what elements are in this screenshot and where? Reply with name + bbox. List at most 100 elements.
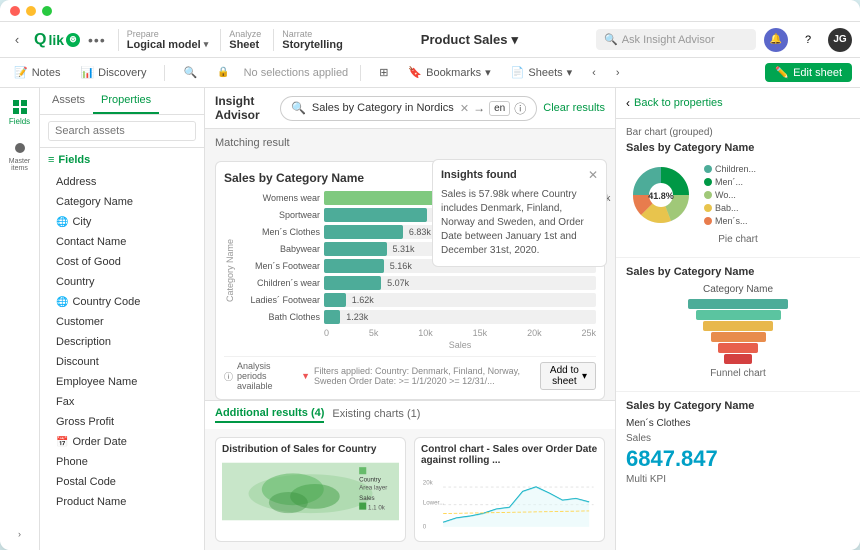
mini-chart-title: Distribution of Sales for Country — [222, 444, 399, 455]
back-to-properties-link[interactable]: Back to properties — [634, 97, 723, 109]
mini-line-container: 20k Lower... 0 — [421, 470, 598, 535]
grid-button[interactable]: ⊞ — [373, 64, 394, 81]
bar-fill: 5.16k — [324, 259, 384, 273]
svg-text:1.1 0k: 1.1 0k — [368, 505, 386, 512]
pie-legend: Children... Men´... Wo... Bab... — [704, 164, 756, 226]
kpi-sublabel: Men´s Clothes — [626, 418, 850, 429]
insights-close-button[interactable]: ✕ — [588, 168, 598, 182]
prev-button[interactable]: ‹ — [586, 65, 602, 81]
notifications-button[interactable]: 🔔 — [764, 28, 788, 52]
nav-more-button[interactable]: ••• — [88, 32, 106, 48]
notes-button[interactable]: 📝 Notes — [8, 64, 66, 81]
field-item[interactable]: Employee Name — [40, 372, 204, 392]
insight-search-input[interactable] — [312, 102, 454, 114]
back-chevron-icon: ‹ — [626, 96, 630, 110]
bar-row: Bath Clothes 1.23k — [240, 310, 596, 324]
sidebar-icon-fields[interactable]: Fields — [4, 96, 36, 128]
bookmarks-button[interactable]: 🔖 Bookmarks ▾ — [402, 64, 496, 81]
minimize-button[interactable] — [26, 6, 36, 16]
product-sales-button[interactable]: Product Sales ▾ — [421, 32, 518, 48]
right-chart-2-title: Sales by Category Name — [626, 266, 850, 278]
language-selector[interactable]: en — [489, 101, 510, 116]
right-section-funnel[interactable]: Sales by Category Name Category Name Fun… — [616, 258, 860, 392]
right-chart-1-title: Sales by Category Name — [626, 142, 850, 154]
chart-footer-info: ⓘ Analysis periods available ▼ Filters a… — [224, 361, 540, 391]
field-item[interactable]: Description — [40, 332, 204, 352]
field-item[interactable]: Category Name — [40, 192, 204, 212]
x-axis-label: Sales — [240, 340, 596, 350]
field-item[interactable]: Country — [40, 272, 204, 292]
clear-results-button[interactable]: Clear results — [543, 102, 605, 114]
tab-assets[interactable]: Assets — [44, 88, 93, 114]
bar-value: 5.16k — [390, 261, 412, 271]
prepare-section[interactable]: Prepare Logical model ▾ — [118, 29, 209, 51]
user-avatar[interactable]: JG — [828, 28, 852, 52]
search-submit-button[interactable]: → — [473, 101, 485, 115]
prepare-value: Logical model ▾ — [127, 39, 209, 51]
bar-track: 1.62k — [324, 293, 596, 307]
close-button[interactable] — [10, 6, 20, 16]
search-assets-input[interactable] — [48, 121, 196, 141]
help-button[interactable]: ? — [796, 28, 820, 52]
insight-advisor-search[interactable]: 🔍 Ask Insight Advisor — [596, 29, 756, 50]
bar-fill: 1.62k — [324, 293, 346, 307]
bar-row: Ladies´ Footwear 1.62k — [240, 293, 596, 307]
field-item[interactable]: Address — [40, 172, 204, 192]
top-nav: ‹ Q lik ⊛ ••• Prepare Logical model ▾ An… — [0, 22, 860, 58]
bar-track: 5.07k — [324, 276, 596, 290]
field-item[interactable]: Product Name — [40, 492, 204, 512]
fields-list: Address Category Name 🌐 City Contact Nam… — [40, 172, 204, 550]
field-item[interactable]: Discount — [40, 352, 204, 372]
bar-fill: 8.96k — [324, 208, 427, 222]
field-item[interactable]: Phone — [40, 452, 204, 472]
discovery-button[interactable]: 📊 Discovery — [74, 64, 152, 81]
analyze-value: Sheet — [229, 39, 261, 51]
additional-results-tab[interactable]: Additional results (4) — [215, 407, 324, 423]
fields-section-icon: ≡ — [48, 154, 54, 166]
bar-fill: 5.07k — [324, 276, 381, 290]
sidebar-expand-button[interactable]: › — [4, 518, 36, 550]
narrate-label: Narrate — [282, 29, 343, 39]
add-to-sheet-button[interactable]: Add to sheet ▾ — [540, 362, 596, 390]
sidebar-icon-master[interactable]: Master items — [4, 140, 36, 172]
nav-back-button[interactable]: ‹ — [8, 31, 26, 49]
mini-map-container: Country Area layer Sales 1.1 0k — [222, 459, 399, 524]
insight-search-bar[interactable]: 🔍 ✕ → en ⓘ — [280, 96, 537, 121]
clear-search-button[interactable]: ✕ — [460, 102, 469, 115]
field-item[interactable]: Cost of Good — [40, 252, 204, 272]
fields-icon — [12, 99, 28, 115]
search-icon-sm: 🔍 — [291, 101, 306, 115]
right-section-kpi[interactable]: Sales by Category Name Men´s Clothes Sal… — [616, 392, 860, 493]
analyze-section[interactable]: Analyze Sheet — [220, 29, 261, 51]
field-item[interactable]: Contact Name — [40, 232, 204, 252]
field-item[interactable]: Customer — [40, 312, 204, 332]
edit-sheet-button[interactable]: ✏️ Edit sheet — [765, 63, 852, 82]
legend-item: Men´s... — [704, 216, 756, 226]
bar-value: 5.07k — [387, 278, 409, 288]
sheets-button[interactable]: 📄 Sheets ▾ — [505, 64, 578, 81]
right-section-bar[interactable]: Bar chart (grouped) Sales by Category Na… — [616, 119, 860, 258]
search-filter-button[interactable]: 🔍 — [177, 64, 203, 81]
tab-properties[interactable]: Properties — [93, 88, 159, 114]
field-item[interactable]: Postal Code — [40, 472, 204, 492]
product-sales-chevron: ▾ — [511, 32, 518, 48]
analysis-icon: ⓘ — [224, 370, 233, 383]
field-item[interactable]: 🌐 City — [40, 212, 204, 232]
field-item[interactable]: 📅 Order Date — [40, 432, 204, 452]
chart-footer: ⓘ Analysis periods available ▼ Filters a… — [224, 356, 596, 391]
funnel-level — [688, 299, 788, 309]
field-item[interactable]: 🌐 Country Code — [40, 292, 204, 312]
right-panel-header: ‹ Back to properties — [616, 88, 860, 119]
bar-value: 5.31k — [393, 244, 415, 254]
expand-icon: › — [18, 529, 21, 539]
field-item[interactable]: Fax — [40, 392, 204, 412]
info-button[interactable]: ⓘ — [514, 100, 526, 117]
next-button[interactable]: › — [610, 65, 626, 81]
maximize-button[interactable] — [42, 6, 52, 16]
lock-button[interactable]: 🔒 — [211, 65, 235, 80]
legend-item: Wo... — [704, 190, 756, 200]
existing-charts-tab[interactable]: Existing charts (1) — [332, 408, 420, 422]
field-item[interactable]: Gross Profit — [40, 412, 204, 432]
narrate-section[interactable]: Narrate Storytelling — [273, 29, 343, 51]
grid-icon: ⊞ — [379, 66, 388, 79]
